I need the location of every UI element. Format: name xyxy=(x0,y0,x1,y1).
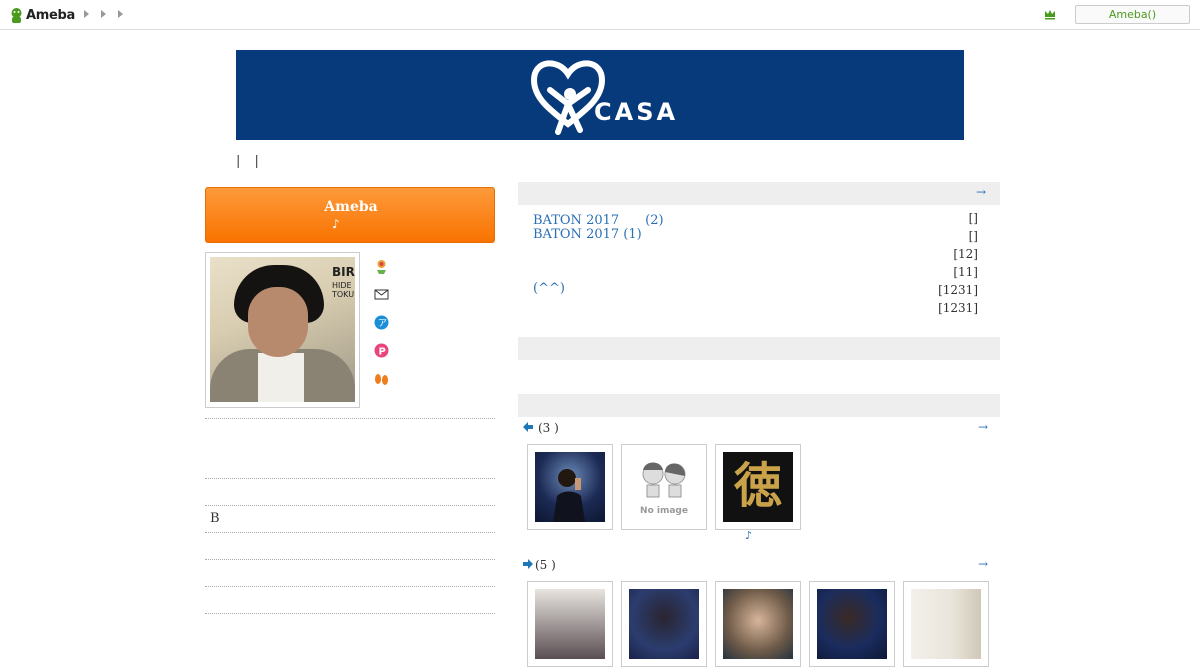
nav-arrow-icon[interactable] xyxy=(101,10,106,18)
sidebar-b-label: B xyxy=(210,511,220,526)
p-icon[interactable]: P xyxy=(373,342,390,359)
gallery-thumbnail[interactable] xyxy=(527,444,613,530)
ameba-button-note: ♪ xyxy=(332,217,340,231)
no-image-placeholder: No image xyxy=(629,452,699,522)
gallery-thumbnail[interactable] xyxy=(903,581,989,667)
entry-comment-count: [] xyxy=(968,211,978,225)
entry-comment-count: [1231] xyxy=(938,283,978,297)
gallery-count-title: (5 ) xyxy=(535,558,556,572)
pipe-separator: | xyxy=(236,154,241,169)
gallery-thumbnail[interactable]: 徳 xyxy=(715,444,801,530)
singer-photo xyxy=(535,452,605,522)
gallery-thumbnail[interactable] xyxy=(809,581,895,667)
gallery-more-arrow[interactable]: → xyxy=(978,557,988,571)
sidebar-divider xyxy=(205,532,495,533)
recent-entries-header: → xyxy=(518,182,1000,205)
ameba-button-label: Ameba xyxy=(324,199,378,215)
gallery-caption: ♪ xyxy=(745,529,753,542)
top-navigation-bar: Ameba Ameba() xyxy=(0,0,1200,30)
sidebar-divider xyxy=(205,478,495,479)
gallery-thumbnail[interactable] xyxy=(621,581,707,667)
gallery-photo xyxy=(723,589,793,659)
top-nav-arrows xyxy=(84,10,123,18)
photo-album-text: BIR xyxy=(332,265,355,279)
breadcrumb-separators: | | xyxy=(236,154,269,169)
sidebar-divider xyxy=(205,586,495,587)
entry-comment-count: [11] xyxy=(953,265,978,279)
nav-arrow-icon[interactable] xyxy=(84,10,89,18)
entry-title-link[interactable]: BATON 2017 (1) xyxy=(533,227,642,242)
gallery-photo xyxy=(535,589,605,659)
entry-title-link[interactable]: BATON 2017 (2) xyxy=(533,209,664,228)
casa-banner-ad[interactable]: CASA xyxy=(236,50,964,140)
nav-arrow-icon[interactable] xyxy=(118,10,123,18)
sidebar-divider xyxy=(205,418,495,419)
recent-more-arrow[interactable]: → xyxy=(976,185,986,199)
gallery-photo xyxy=(911,589,981,659)
profile-photo: BIR HIDE TOKU xyxy=(210,257,355,402)
kanji-glyph: 徳 xyxy=(733,458,782,514)
sidebar-divider xyxy=(205,613,495,614)
app-icon[interactable]: ア xyxy=(373,314,390,331)
mail-icon[interactable] xyxy=(373,286,390,303)
section-header xyxy=(518,394,1000,417)
ameba-logo[interactable]: Ameba xyxy=(10,6,75,24)
banner-brand-text: CASA xyxy=(594,98,679,126)
gallery-thumbnail[interactable] xyxy=(527,581,613,667)
logo-text: Ameba xyxy=(26,7,76,23)
sidebar-divider xyxy=(205,505,495,506)
ameba-join-button[interactable]: Ameba ♪ xyxy=(205,187,495,243)
section-header xyxy=(518,337,1000,360)
sidebar-divider xyxy=(205,559,495,560)
entry-title-link[interactable]: (^^) xyxy=(533,281,565,296)
crown-icon[interactable] xyxy=(1044,8,1056,20)
gallery-more-arrow[interactable]: → xyxy=(978,420,988,434)
svg-text:ア: ア xyxy=(378,319,387,329)
pipe-separator: | xyxy=(254,154,259,169)
gallery-thumbnail[interactable]: No image xyxy=(621,444,707,530)
ameba-mascot-icon xyxy=(11,7,22,23)
entry-comment-count: [] xyxy=(968,229,978,243)
gallery-photo xyxy=(817,589,887,659)
footprints-icon[interactable] xyxy=(373,370,390,387)
profile-action-icons: ア P xyxy=(373,258,390,398)
ameba-login-button[interactable]: Ameba() xyxy=(1075,5,1190,24)
photo-album-subtext: HIDE TOKU xyxy=(332,281,355,299)
arrow-right-icon[interactable] xyxy=(523,559,533,569)
gallery-count-title: (3 ) xyxy=(538,421,559,435)
gallery-photo xyxy=(629,589,699,659)
entry-comment-count: [1231] xyxy=(938,301,978,315)
profile-photo-frame[interactable]: BIR HIDE TOKU xyxy=(205,252,360,408)
kanji-photo: 徳 xyxy=(723,452,793,522)
no-image-label: No image xyxy=(640,506,688,516)
svg-text:P: P xyxy=(379,347,386,358)
gallery-thumbnail[interactable] xyxy=(715,581,801,667)
arrow-left-icon[interactable] xyxy=(523,422,533,432)
entry-comment-count: [12] xyxy=(953,247,978,261)
flower-icon[interactable] xyxy=(373,258,390,275)
